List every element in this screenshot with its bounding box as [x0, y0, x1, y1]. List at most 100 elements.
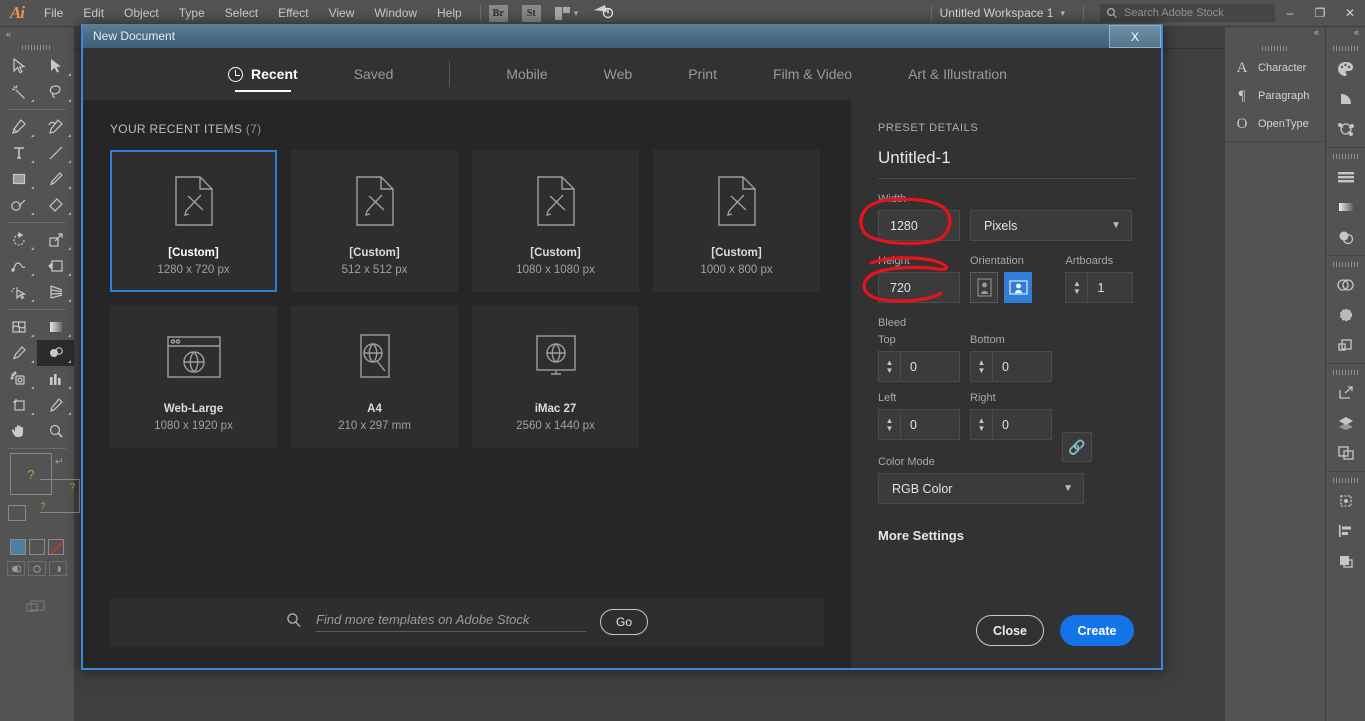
stock-search-field[interactable]: Search Adobe Stock	[1100, 4, 1275, 22]
stepper-arrows-icon[interactable]: ▲ ▼	[1066, 273, 1089, 302]
stock-button[interactable]: St	[521, 4, 541, 22]
artboards-stepper[interactable]: ▲ ▼ 1	[1065, 272, 1134, 303]
icon-dock-grip-4[interactable]	[1326, 367, 1365, 378]
orientation-landscape-icon[interactable]	[1004, 272, 1032, 303]
tool-eraser[interactable]	[37, 192, 74, 218]
tool-type[interactable]	[0, 140, 37, 166]
recent-item-1[interactable]: [Custom] 512 x 512 px	[291, 150, 458, 292]
panel-item-opentype[interactable]: O OpenType	[1225, 110, 1325, 138]
tool-zoom[interactable]	[37, 418, 74, 444]
menu-select[interactable]: Select	[215, 2, 268, 24]
tool-width[interactable]	[0, 253, 37, 279]
tool-paintbrush[interactable]	[37, 166, 74, 192]
tool-symbol-sprayer[interactable]	[0, 366, 37, 392]
tool-eyedropper[interactable]	[0, 340, 37, 366]
tool-shaper[interactable]	[0, 192, 37, 218]
menu-help[interactable]: Help	[427, 2, 472, 24]
tool-rotate[interactable]	[0, 227, 37, 253]
tool-shape-builder[interactable]	[0, 279, 37, 305]
recent-item-2[interactable]: [Custom] 1080 x 1080 px	[472, 150, 639, 292]
bridge-button[interactable]: Br	[488, 4, 508, 22]
icon-dock-grip-5[interactable]	[1326, 475, 1365, 486]
recent-item-6[interactable]: iMac 27 2560 x 1440 px	[472, 306, 639, 448]
symbols-panel-icon[interactable]	[1326, 114, 1365, 144]
tool-lasso[interactable]	[37, 79, 74, 105]
units-select[interactable]: Pixels ▼	[970, 210, 1132, 241]
tool-pen[interactable]	[0, 114, 37, 140]
tools-collapse-icon[interactable]: «	[0, 27, 74, 42]
none-swatch[interactable]	[48, 539, 64, 555]
tool-column-graph[interactable]	[37, 366, 74, 392]
transparency-panel-icon[interactable]	[1326, 222, 1365, 252]
tab-saved[interactable]: Saved	[354, 48, 394, 100]
arrange-chevron-down-icon[interactable]: ▾	[574, 8, 579, 19]
icon-dock-grip-3[interactable]	[1326, 259, 1365, 270]
swatches-panel-icon[interactable]	[1326, 54, 1365, 84]
appearance-panel-icon[interactable]	[1326, 270, 1365, 300]
draw-normal-icon[interactable]	[7, 561, 25, 576]
toolbar-question-icon-3[interactable]: ?	[30, 499, 56, 513]
menu-file[interactable]: File	[34, 2, 73, 24]
recent-item-4[interactable]: Web-Large 1080 x 1920 px	[110, 306, 277, 448]
stock-template-search-input[interactable]: Find more templates on Adobe Stock	[316, 612, 586, 632]
change-screen-mode-icon[interactable]	[0, 598, 74, 614]
tool-gradient[interactable]	[37, 314, 74, 340]
tool-direct-selection[interactable]	[37, 53, 74, 79]
tools-edit-toolbar-area[interactable]: ? ? ? ↵	[8, 453, 80, 533]
type-panel-grip[interactable]	[1225, 43, 1325, 54]
tool-magic-wand[interactable]	[0, 79, 37, 105]
tool-free-transform[interactable]	[37, 253, 74, 279]
icon-dock-grip-1[interactable]	[1326, 43, 1365, 54]
panel-item-paragraph[interactable]: ¶ Paragraph	[1225, 82, 1325, 110]
tool-slice[interactable]	[37, 392, 74, 418]
bleed-bottom-stepper[interactable]: ▲ ▼ 0	[970, 351, 1052, 382]
stepper-arrows-icon[interactable]: ▲ ▼	[879, 352, 901, 381]
stroke-color-swatch[interactable]	[29, 539, 45, 555]
menu-effect[interactable]: Effect	[268, 2, 318, 24]
align-panel-icon[interactable]	[1326, 516, 1365, 546]
arrange-documents-icon[interactable]	[554, 6, 570, 20]
stepper-arrows-icon[interactable]: ▲ ▼	[971, 410, 993, 439]
layers-panel-icon[interactable]	[1326, 408, 1365, 438]
create-button[interactable]: Create	[1060, 615, 1134, 646]
tab-web[interactable]: Web	[604, 48, 633, 100]
menu-window[interactable]: Window	[364, 2, 427, 24]
recent-item-5[interactable]: A4 210 x 297 mm	[291, 306, 458, 448]
brushes-panel-icon[interactable]	[1326, 84, 1365, 114]
color-panel-icon[interactable]	[1326, 162, 1365, 192]
tool-curvature[interactable]	[37, 114, 74, 140]
icon-dock-grip-2[interactable]	[1326, 151, 1365, 162]
tool-selection[interactable]	[0, 53, 37, 79]
toolbar-reset-icon[interactable]: ↵	[55, 455, 64, 468]
bleed-top-stepper[interactable]: ▲ ▼ 0	[878, 351, 960, 382]
pathfinder-panel-icon[interactable]	[1326, 330, 1365, 360]
workspace-chevron-down-icon[interactable]: ▾	[1060, 8, 1065, 19]
dialog-close-button[interactable]: X	[1109, 25, 1161, 48]
minimize-button[interactable]: –	[1275, 0, 1305, 26]
workspace-name[interactable]: Untitled Workspace 1	[940, 6, 1054, 20]
type-panel-collapse-icon[interactable]: «	[1225, 27, 1325, 43]
tool-perspective-grid[interactable]	[37, 279, 74, 305]
link-icon[interactable]: 🔗	[1062, 432, 1092, 462]
draw-inside-icon[interactable]	[49, 561, 67, 576]
home-screen-icon[interactable]	[592, 3, 616, 24]
close-button[interactable]: Close	[976, 615, 1044, 646]
panel-item-character[interactable]: A Character	[1225, 54, 1325, 82]
graphic-styles-panel-icon[interactable]	[1326, 300, 1365, 330]
tab-recent[interactable]: Recent	[228, 48, 298, 100]
dialog-title-bar[interactable]: New Document	[83, 24, 1161, 48]
tool-hand[interactable]	[0, 418, 37, 444]
orientation-portrait-icon[interactable]	[970, 272, 998, 303]
recent-item-3[interactable]: [Custom] 1000 x 800 px	[653, 150, 820, 292]
icon-dock-collapse-icon[interactable]: «	[1326, 27, 1365, 43]
tab-print[interactable]: Print	[688, 48, 717, 100]
bleed-left-stepper[interactable]: ▲ ▼ 0	[878, 409, 960, 440]
tab-mobile[interactable]: Mobile	[506, 48, 547, 100]
tool-artboard[interactable]	[0, 392, 37, 418]
height-input[interactable]: 720	[878, 272, 960, 303]
close-button[interactable]: ✕	[1335, 0, 1365, 26]
menu-object[interactable]: Object	[114, 2, 169, 24]
transform-panel-icon[interactable]	[1326, 486, 1365, 516]
menu-edit[interactable]: Edit	[73, 2, 114, 24]
tool-mesh[interactable]	[0, 314, 37, 340]
